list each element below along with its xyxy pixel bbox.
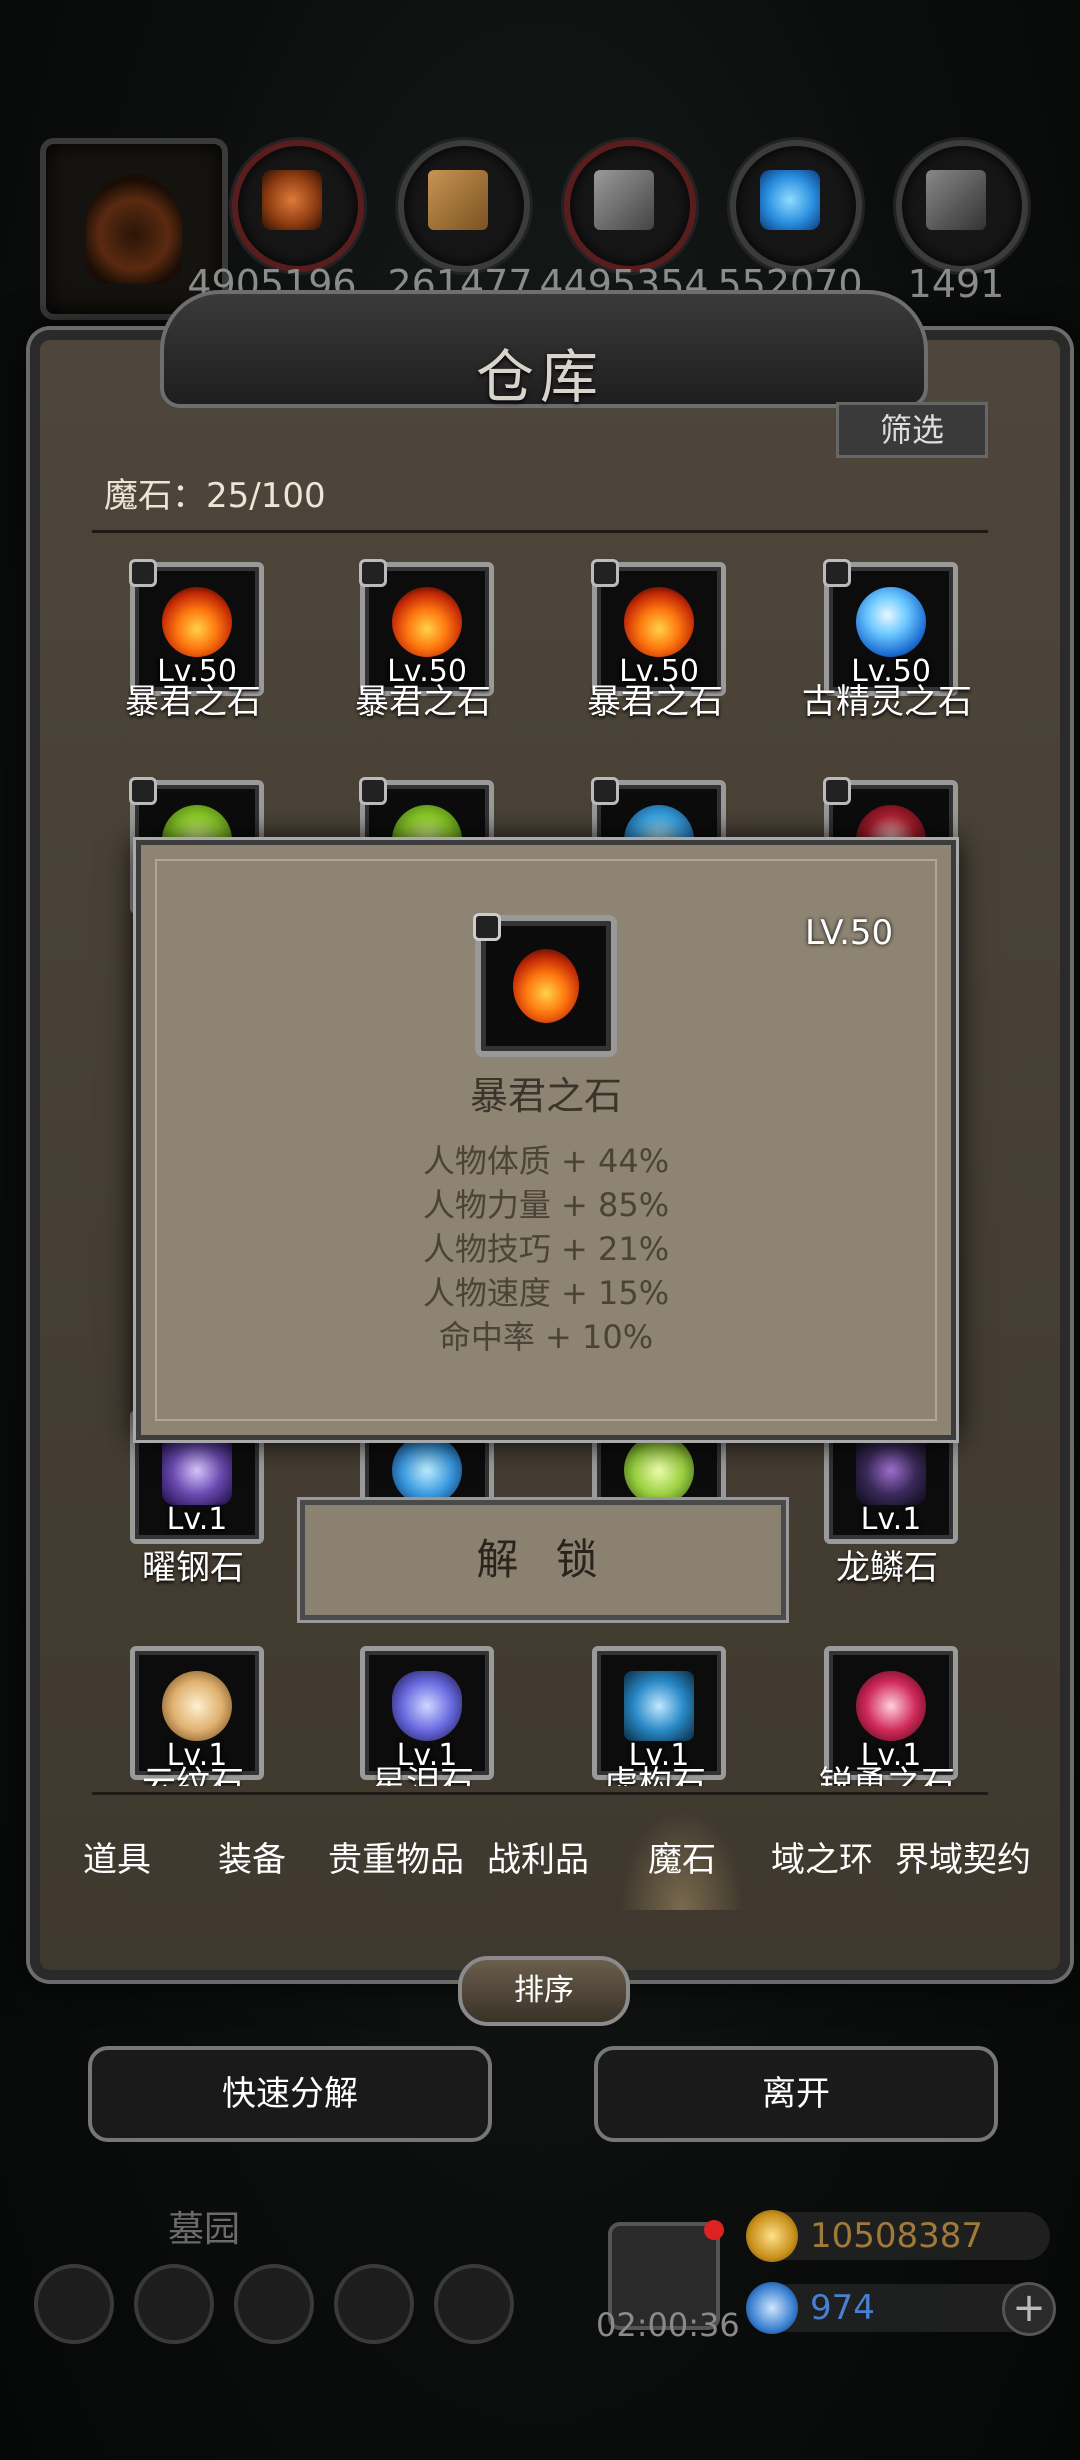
stat-line: 人物体质 + 44% [422,1142,670,1180]
ancient-elf-stone-icon [856,587,926,657]
item-count: 魔石：25/100 [104,476,326,516]
hooded-figure-icon [86,174,182,284]
popup-stats: 人物体质 + 44% 人物力量 + 85% 人物技巧 + 21% 人物速度 + … [141,1139,951,1359]
tab-realm-contract[interactable]: 界域契约 [888,1810,1038,1910]
item-level: Lv.1 [860,1502,922,1537]
popup-item-slot [473,913,617,1057]
lock-icon [473,913,501,941]
item-name: 锐勇之石 [819,1764,955,1786]
iron-ingot-icon [594,170,654,230]
gift-timer: 02:00:36 [596,2306,740,2344]
wood-resource-icon[interactable] [398,140,530,272]
item-name: 曜钢石 [142,1548,244,1588]
sort-button[interactable]: 排序 [458,1956,630,2026]
stat-line: 人物速度 + 15% [422,1274,670,1312]
crystal-icon [760,170,820,230]
blue-stone-icon [392,1435,462,1505]
stat-line: 命中率 + 10% [438,1318,654,1356]
tab-magic-stones[interactable]: 魔石 [620,1810,744,1910]
stat-line: 人物技巧 + 21% [422,1230,670,1268]
fire-stone-icon [392,587,462,657]
add-currency-button[interactable]: + [1002,2282,1056,2336]
gold-coin-icon [746,2210,798,2262]
item-name: 暴君之石 [125,682,261,722]
fire-stone-icon [162,587,232,657]
lock-icon [129,777,157,805]
item-name: 古精灵之石 [802,682,972,722]
tab-equipment[interactable]: 装备 [190,1810,314,1910]
settings-gear-icon[interactable] [34,2264,114,2344]
lock-icon [591,559,619,587]
tab-items[interactable]: 道具 [60,1810,174,1910]
item-name: 暴君之石 [355,682,491,722]
green-stone-icon [624,1435,694,1505]
stone-block-icon [926,170,986,230]
lock-icon [359,559,387,587]
star-icon[interactable] [134,2264,214,2344]
tab-domain-ring[interactable]: 域之环 [758,1810,886,1910]
cloud-pattern-stone-icon [162,1671,232,1741]
lock-icon [359,777,387,805]
mail-icon[interactable] [334,2264,414,2344]
item-detail-popup: LV.50 暴君之石 人物体质 + 44% 人物力量 + 85% 人物技巧 + … [136,840,956,1440]
item-name: 星泪石 [372,1764,474,1786]
quick-decompose-button[interactable]: 快速分解 [88,2046,492,2142]
wood-icon [428,170,488,230]
unlock-button[interactable]: 解 锁 [300,1500,786,1620]
meat-resource-icon[interactable] [232,140,364,272]
brave-stone-icon [856,1671,926,1741]
stat-line: 人物力量 + 85% [422,1186,670,1224]
tab-loot[interactable]: 战利品 [476,1810,600,1910]
gold-amount: 10508387 [810,2216,984,2256]
filter-button[interactable]: 筛选 [836,402,988,458]
fictional-stone-icon [624,1671,694,1741]
item-name: 龙鳞石 [836,1548,938,1588]
category-tabs: 道具 装备 贵重物品 战利品 魔石 域之环 界域契约 [60,1810,1040,1910]
item-level: Lv.1 [166,1502,228,1537]
fire-stone-icon [513,949,579,1023]
lock-icon [823,777,851,805]
leave-button[interactable]: 离开 [594,2046,998,2142]
item-name: 暴君之石 [587,682,723,722]
divider [92,530,988,533]
lock-icon [129,559,157,587]
share-icon[interactable] [434,2264,514,2344]
star-tear-stone-icon [392,1671,462,1741]
lock-icon [823,559,851,587]
popup-item-name: 暴君之石 [469,1074,622,1118]
location-label: 墓园 [168,2209,241,2250]
iron-resource-icon[interactable] [564,140,696,272]
item-name: 云纹石 [142,1764,244,1786]
popup-item-level: LV.50 [805,913,894,953]
notification-dot [704,2220,724,2240]
gem-icon [746,2282,798,2334]
gem-amount: 974 [810,2288,875,2328]
item-name: 虚构石 [604,1764,706,1786]
hall-icon[interactable] [234,2264,314,2344]
crystal-resource-icon[interactable] [730,140,862,272]
fire-stone-icon [624,587,694,657]
dragon-scale-stone-icon [856,1435,926,1505]
lock-icon [591,777,619,805]
tab-valuables[interactable]: 贵重物品 [324,1810,468,1910]
meat-icon [262,170,322,230]
divider [92,1792,988,1795]
obsidian-steel-stone-icon [162,1435,232,1505]
stone-resource-icon[interactable] [896,140,1028,272]
